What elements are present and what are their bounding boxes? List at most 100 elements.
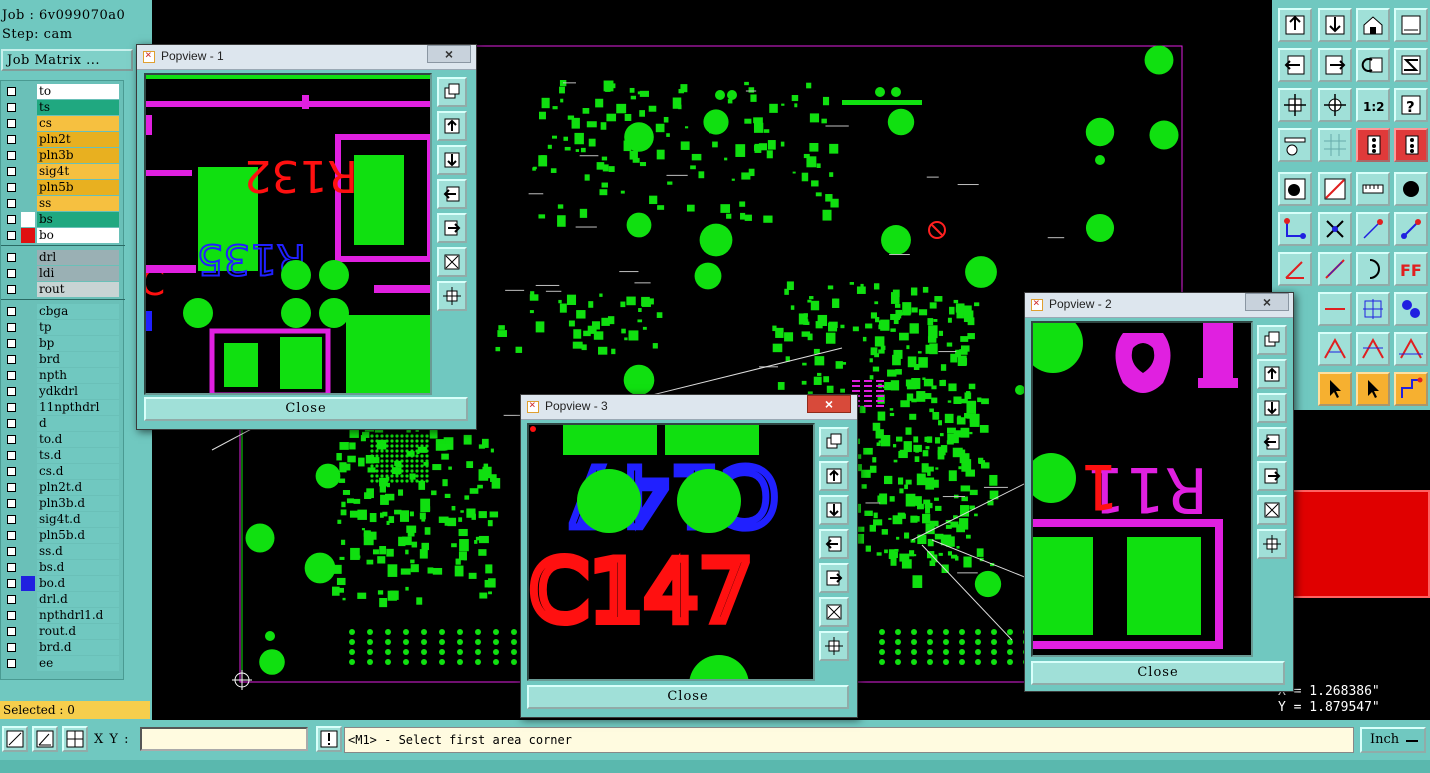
layer-row[interactable]: ydkdrl (1, 384, 125, 399)
layer-row[interactable]: ss (1, 196, 125, 211)
popview-zoom-out-button[interactable] (1257, 529, 1287, 559)
mirror-button[interactable]: FF (1394, 252, 1428, 286)
popview-left-button[interactable] (1257, 427, 1287, 457)
layer-checkbox[interactable] (7, 515, 16, 524)
layer-row[interactable]: pln2t (1, 132, 125, 147)
layer-row[interactable]: pln3b (1, 148, 125, 163)
snap-button[interactable] (2, 726, 28, 752)
job-matrix-button[interactable]: Job Matrix ... (1, 49, 133, 71)
measure-button[interactable] (1318, 172, 1352, 206)
layer-checkbox[interactable] (7, 119, 16, 128)
pointer-alt-button[interactable] (1356, 372, 1390, 406)
layer-checkbox[interactable] (7, 483, 16, 492)
layer-row[interactable]: bs.d (1, 560, 125, 575)
layer-checkbox[interactable] (7, 183, 16, 192)
layer-checkbox[interactable] (7, 499, 16, 508)
settings-button[interactable] (1278, 128, 1312, 162)
popview-right-button[interactable] (819, 563, 849, 593)
layer-checkbox[interactable] (7, 547, 16, 556)
popview-zoom-in-button[interactable] (819, 597, 849, 627)
popview-refresh-button[interactable] (1257, 325, 1287, 355)
layer-row[interactable]: npth (1, 368, 125, 383)
popview-up-button[interactable] (819, 461, 849, 491)
zoom-center-button[interactable] (1318, 88, 1352, 122)
layer-checkbox[interactable] (7, 595, 16, 604)
units-selector[interactable]: Inch (1360, 727, 1426, 753)
layer-row[interactable]: cbga (1, 304, 125, 319)
layer-checkbox[interactable] (7, 253, 16, 262)
layer-row[interactable]: pln3b.d (1, 496, 125, 511)
layer-row[interactable]: bs (1, 212, 125, 227)
route-button[interactable] (1394, 372, 1428, 406)
layer-checkbox[interactable] (7, 531, 16, 540)
layer-checkbox[interactable] (7, 403, 16, 412)
layer-row[interactable]: rout.d (1, 624, 125, 639)
layer-checkbox[interactable] (7, 355, 16, 364)
layer-row[interactable]: brd (1, 352, 125, 367)
layer-row[interactable]: drl.d (1, 592, 125, 607)
layer-checkbox[interactable] (7, 419, 16, 428)
layer-checkbox[interactable] (7, 87, 16, 96)
pan-right-button[interactable] (1318, 48, 1352, 82)
pan-left-button[interactable] (1278, 48, 1312, 82)
popview-close-button[interactable]: Close (144, 397, 468, 421)
popview-up-button[interactable] (437, 111, 467, 141)
layer-row[interactable]: pln2t.d (1, 480, 125, 495)
redraw-button[interactable] (1356, 48, 1390, 82)
layer-row[interactable]: bp (1, 336, 125, 351)
layer-checkbox[interactable] (7, 135, 16, 144)
connect-button[interactable] (1278, 212, 1312, 246)
popview-zoom-in-button[interactable] (1257, 495, 1287, 525)
layer-row[interactable]: ts.d (1, 448, 125, 463)
layer-checkbox[interactable] (7, 215, 16, 224)
layer-checkbox[interactable] (7, 435, 16, 444)
popview-right-button[interactable] (437, 213, 467, 243)
zoom-down-button[interactable] (1318, 8, 1352, 42)
alert-button[interactable] (316, 726, 342, 752)
layer-checkbox[interactable] (7, 231, 16, 240)
xy-input[interactable] (140, 727, 308, 751)
triangle-button[interactable] (1318, 332, 1352, 366)
zoom-up-button[interactable] (1278, 8, 1312, 42)
arc-button[interactable] (1356, 252, 1390, 286)
pointer-button[interactable] (1318, 372, 1352, 406)
grid-button[interactable] (1318, 128, 1352, 162)
layer-row[interactable]: npthdrl1.d (1, 608, 125, 623)
popview-down-button[interactable] (1257, 393, 1287, 423)
layer-row[interactable]: rout (1, 282, 125, 297)
popview-down-button[interactable] (437, 145, 467, 175)
layer-checkbox[interactable] (7, 611, 16, 620)
layer-row[interactable]: tp (1, 320, 125, 335)
layer-checkbox[interactable] (7, 627, 16, 636)
horizontal-line-button[interactable] (1318, 292, 1352, 326)
layer-row[interactable]: to.d (1, 432, 125, 447)
layer-checkbox[interactable] (7, 659, 16, 668)
popview-viewport[interactable]: R132 R135 C (144, 73, 432, 395)
line-point-alt-button[interactable] (1394, 212, 1428, 246)
layer-row[interactable]: d (1, 416, 125, 431)
layer-row[interactable]: ss.d (1, 544, 125, 559)
popview-titlebar[interactable]: Popview - 1 × (137, 45, 476, 70)
window-close-button[interactable]: × (807, 395, 851, 413)
select-button[interactable] (1278, 172, 1312, 206)
triangle-span-button[interactable] (1394, 332, 1428, 366)
popview-viewport[interactable]: R11 1 (1031, 321, 1253, 657)
layer-checkbox[interactable] (7, 167, 16, 176)
help-button[interactable]: ? (1394, 88, 1428, 122)
popview-viewport[interactable]: C147 C147 (527, 423, 815, 681)
popview-refresh-button[interactable] (819, 427, 849, 457)
layer-row[interactable]: sig4t (1, 164, 125, 179)
zoom-one-to-two-button[interactable]: 1:2 (1356, 88, 1390, 122)
angle-button[interactable] (1278, 252, 1312, 286)
grid-snap-button[interactable] (62, 726, 88, 752)
layer-checkbox[interactable] (7, 269, 16, 278)
layer-checkbox[interactable] (7, 103, 16, 112)
angle-snap-button[interactable] (32, 726, 58, 752)
popview-zoom-in-button[interactable] (437, 247, 467, 277)
slope-button[interactable] (1318, 252, 1352, 286)
layer-row[interactable]: brd.d (1, 640, 125, 655)
layer-checkbox[interactable] (7, 451, 16, 460)
popview-titlebar[interactable]: Popview - 3 × (521, 395, 857, 420)
popview-down-button[interactable] (819, 495, 849, 525)
layer-row[interactable]: cs.d (1, 464, 125, 479)
